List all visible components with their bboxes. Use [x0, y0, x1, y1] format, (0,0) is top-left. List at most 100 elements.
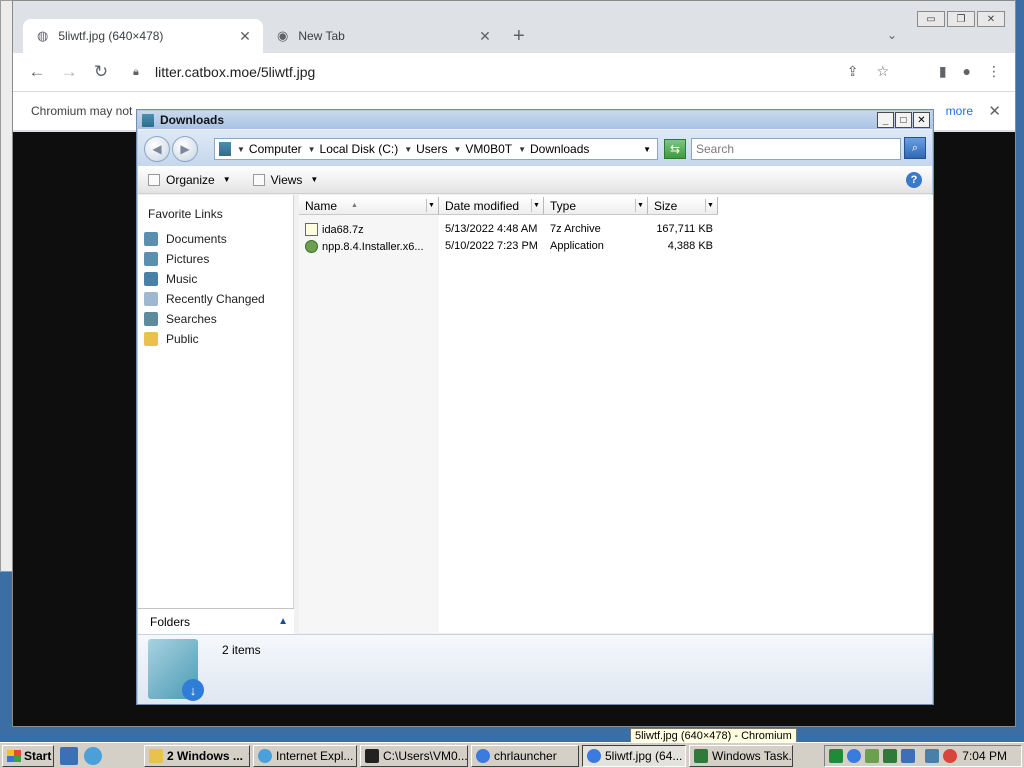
column-header-date[interactable]: Date modified ▼ [439, 197, 544, 215]
learn-more-link[interactable]: more [946, 104, 973, 118]
tray-security-icon[interactable] [901, 749, 915, 763]
breadcrumb-user[interactable]: VM0B0T [465, 142, 512, 156]
chevron-down-icon: ▼ [310, 175, 319, 184]
folders-toggle[interactable]: Folders ▲ [138, 608, 294, 634]
omnibox[interactable]: 🔒︎ litter.catbox.moe/5liwtf.jpg ⇪ ☆ [125, 57, 889, 87]
file-name: npp.8.4.Installer.x6... [322, 240, 424, 253]
browser-toolbar: ← → ↻ 🔒︎ litter.catbox.moe/5liwtf.jpg ⇪ … [13, 53, 1015, 91]
tab-close-icon[interactable]: ✕ [237, 28, 253, 45]
address-dropdown-icon[interactable]: ▼ [643, 145, 651, 154]
tray-computer-icon[interactable] [925, 749, 939, 763]
clock[interactable]: 7:04 PM [962, 749, 1007, 763]
side-panel-icon[interactable]: ▮ [939, 63, 947, 80]
task-chrlauncher[interactable]: chrlauncher [471, 744, 579, 767]
task-windows-group[interactable]: 2 Windows ... ▼ [144, 744, 250, 767]
task-internet-explorer[interactable]: Internet Expl... [253, 744, 357, 767]
minimize-button[interactable]: ▭ [917, 11, 945, 27]
tab-new-tab[interactable]: ◉ New Tab ✕ [263, 19, 503, 53]
favorite-links-heading: Favorite Links [148, 207, 223, 221]
pictures-icon [144, 252, 158, 266]
tab-close-icon[interactable]: ✕ [477, 28, 493, 45]
tray-chromium-icon[interactable] [847, 749, 861, 763]
views-button[interactable]: Views ▼ [252, 173, 319, 187]
task-label: C:\Users\VM0... [383, 748, 468, 763]
back-button[interactable]: ← [21, 62, 53, 82]
favorite-label: Public [166, 332, 199, 346]
organize-icon [148, 173, 160, 186]
breadcrumb-downloads[interactable]: Downloads [530, 142, 589, 156]
chromium-icon [476, 748, 490, 763]
refresh-icon[interactable]: ⇆ [664, 139, 686, 159]
forward-arrow-icon[interactable]: ▶ [172, 136, 198, 162]
folder-icon [149, 748, 163, 763]
views-icon [252, 173, 265, 186]
restore-button[interactable]: ❐ [947, 11, 975, 27]
search-icon[interactable]: ⌕ [904, 137, 926, 159]
file-row[interactable]: npp.8.4.Installer.x6... 5/10/2022 7:23 P… [299, 240, 719, 257]
chromium-icon: ◉ [277, 28, 289, 43]
tray-monitor-icon[interactable] [829, 749, 843, 763]
file-row[interactable]: ida68.7z 5/13/2022 4:48 AM 7z Archive 16… [299, 223, 719, 240]
column-label: Name [305, 198, 338, 213]
lock-icon[interactable]: 🔒︎ [133, 66, 145, 79]
info-bar-close-icon[interactable]: ✕ [988, 102, 1001, 120]
favorite-pictures[interactable]: Pictures [138, 249, 293, 269]
breadcrumb-chevron-icon: ▼ [307, 144, 316, 154]
reload-button[interactable]: ↻ [85, 62, 117, 82]
favorite-label: Searches [166, 312, 217, 326]
window-controls: ▭ ❐ ✕ [917, 11, 1005, 27]
profile-icon[interactable]: ● [963, 63, 971, 80]
search-input[interactable]: Search [691, 138, 901, 160]
favorite-recently-changed[interactable]: Recently Changed [138, 289, 293, 309]
column-filter-icon[interactable]: ▼ [705, 199, 715, 212]
show-desktop-icon[interactable] [60, 746, 78, 765]
internet-explorer-icon[interactable] [84, 746, 102, 765]
chevron-down-icon: ▼ [222, 175, 231, 184]
start-button[interactable]: Start [2, 744, 54, 767]
back-arrow-icon[interactable]: ◀ [144, 136, 170, 162]
taskbar: Start 2 Windows ... ▼ Internet Expl... C… [0, 742, 1024, 768]
tray-network-icon[interactable] [865, 749, 879, 763]
task-label: 2 Windows ... [167, 748, 243, 763]
column-filter-icon[interactable]: ▼ [426, 199, 436, 212]
favorite-documents[interactable]: Documents [138, 229, 293, 249]
column-label: Type [550, 198, 577, 213]
info-bar-message: Chromium may not [31, 104, 133, 118]
task-7zip[interactable]: C:\Users\VM0... [360, 744, 468, 767]
task-label: 5liwtf.jpg (64... [605, 748, 683, 763]
navigation-pane: Favorite Links Documents Pictures Music … [138, 195, 294, 633]
breadcrumb-local-disk[interactable]: Local Disk (C:) [320, 142, 399, 156]
public-folder-icon [144, 332, 158, 346]
favorite-public[interactable]: Public [138, 329, 293, 349]
column-header-name[interactable]: Name ▲ ▼ [299, 197, 439, 215]
breadcrumb-computer[interactable]: Computer [249, 142, 302, 156]
column-filter-icon[interactable]: ▼ [531, 199, 541, 212]
tray-volume-muted-icon[interactable] [943, 749, 957, 763]
task-windows-task-manager[interactable]: Windows Task... [689, 744, 793, 767]
breadcrumb-chevron-icon: ▼ [518, 144, 527, 154]
organize-button[interactable]: Organize ▼ [148, 173, 231, 187]
share-icon[interactable]: ⇪ [847, 63, 859, 80]
help-icon[interactable]: ? [906, 172, 922, 188]
close-button[interactable]: ✕ [977, 11, 1005, 27]
forward-button[interactable]: → [53, 62, 85, 82]
task-chromium-image[interactable]: 5liwtf.jpg (64... [582, 744, 686, 767]
tab-image[interactable]: ◍ 5liwtf.jpg (640×478) ✕ [23, 19, 263, 53]
tab-search-icon[interactable]: ⌄ [887, 28, 897, 42]
column-header-size[interactable]: Size ▼ [648, 197, 718, 215]
minimize-button[interactable]: _ [877, 112, 894, 128]
column-filter-icon[interactable]: ▼ [635, 199, 645, 212]
close-button[interactable]: ✕ [913, 112, 930, 128]
address-bar[interactable]: ▼ Computer ▼ Local Disk (C:) ▼ Users ▼ V… [214, 138, 658, 160]
bookmark-star-icon[interactable]: ☆ [876, 63, 889, 80]
breadcrumb-users[interactable]: Users [416, 142, 447, 156]
explorer-title-bar[interactable]: Downloads _ □ ✕ [138, 111, 932, 129]
favorite-searches[interactable]: Searches [138, 309, 293, 329]
maximize-button[interactable]: □ [895, 112, 912, 128]
tray-task-manager-icon[interactable] [883, 749, 897, 763]
file-size: 167,711 KB [656, 223, 713, 235]
column-header-type[interactable]: Type ▼ [544, 197, 648, 215]
favorite-music[interactable]: Music [138, 269, 293, 289]
menu-icon[interactable]: ⋮ [987, 63, 1001, 80]
new-tab-button[interactable]: + [513, 26, 525, 46]
